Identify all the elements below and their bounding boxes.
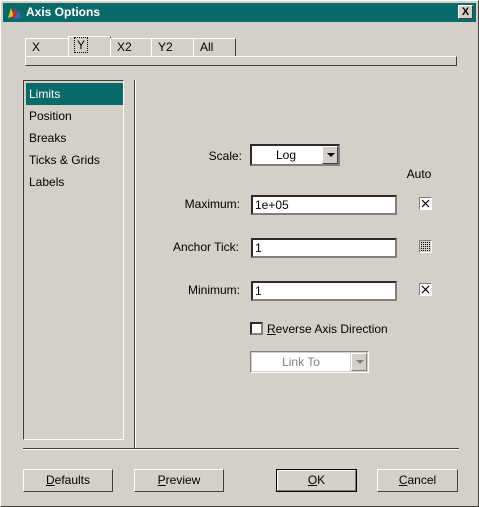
maximum-field[interactable]: 1e+05 (251, 195, 397, 215)
tab-label: Y (73, 37, 89, 53)
chevron-down-icon (356, 360, 364, 364)
tab-label: X (32, 40, 41, 54)
scale-dropdown[interactable]: Log (250, 144, 340, 166)
tab-x2[interactable]: X2 (110, 38, 152, 56)
scale-value: Log (275, 148, 297, 162)
button-label: efaults (54, 473, 91, 487)
checkmark-x-icon (421, 285, 430, 294)
title-bar[interactable]: Axis Options X (3, 3, 476, 22)
scale-label: Scale: (208, 149, 242, 163)
close-button[interactable]: X (458, 5, 473, 19)
tab-all[interactable]: All (193, 38, 236, 56)
tab-label: X2 (117, 40, 132, 54)
label-rest: everse Axis Direction (275, 322, 388, 336)
maximum-label: Maximum: (184, 197, 240, 211)
anchor-tick-label: Anchor Tick: (172, 240, 239, 254)
minimum-field[interactable]: 1 (251, 281, 397, 301)
tab-y2[interactable]: Y2 (151, 38, 194, 56)
category-limits[interactable]: Limits (26, 83, 123, 105)
dropdown-button[interactable] (322, 146, 338, 164)
anchor-tick-field[interactable]: 1 (251, 238, 397, 258)
mnemonic: P (157, 473, 166, 487)
tab-label: All (200, 40, 214, 54)
reverse-axis-label[interactable]: Reverse Axis Direction (267, 322, 388, 336)
horizontal-divider (23, 448, 459, 450)
tab-label: Y2 (158, 40, 173, 54)
preview-button[interactable]: Preview (134, 469, 224, 492)
app-icon (8, 7, 21, 19)
minimum-auto-checkbox[interactable] (419, 283, 432, 296)
axis-options-dialog: Axis Options X X Y X2 Y2 All Limits Posi… (0, 0, 479, 507)
anchor-tick-auto-checkbox[interactable] (419, 240, 432, 253)
link-to-value: Link To (282, 355, 320, 369)
dropdown-button (351, 353, 367, 371)
category-position[interactable]: Position (26, 105, 123, 127)
indeterminate-pattern-icon (421, 242, 430, 251)
defaults-button[interactable]: Defaults (23, 469, 113, 492)
button-label: ancel (407, 473, 437, 487)
mnemonic: R (267, 322, 276, 336)
cancel-button[interactable]: Cancel (377, 469, 458, 492)
category-ticks-grids[interactable]: Ticks & Grids (26, 149, 123, 171)
mnemonic: D (45, 473, 55, 487)
auto-header: Auto (406, 167, 432, 181)
link-to-dropdown: Link To (250, 351, 369, 373)
tab-x[interactable]: X (25, 38, 69, 56)
reverse-axis-checkbox[interactable] (250, 322, 263, 335)
button-label: review (165, 473, 201, 487)
vertical-divider (134, 80, 136, 449)
maximum-auto-checkbox[interactable] (419, 197, 432, 210)
checkmark-x-icon (421, 199, 430, 208)
mnemonic: O (307, 473, 318, 487)
category-list[interactable]: Limits Position Breaks Ticks & Grids Lab… (23, 80, 124, 440)
category-breaks[interactable]: Breaks (26, 127, 123, 149)
chevron-down-icon (327, 153, 335, 157)
window-title: Axis Options (26, 5, 101, 19)
ok-button[interactable]: OK (276, 469, 357, 492)
category-labels[interactable]: Labels (26, 171, 123, 193)
tab-panel-strip (25, 56, 457, 66)
tab-y[interactable]: Y (68, 36, 111, 57)
minimum-label: Minimum: (187, 283, 240, 297)
button-label: K (317, 473, 326, 487)
